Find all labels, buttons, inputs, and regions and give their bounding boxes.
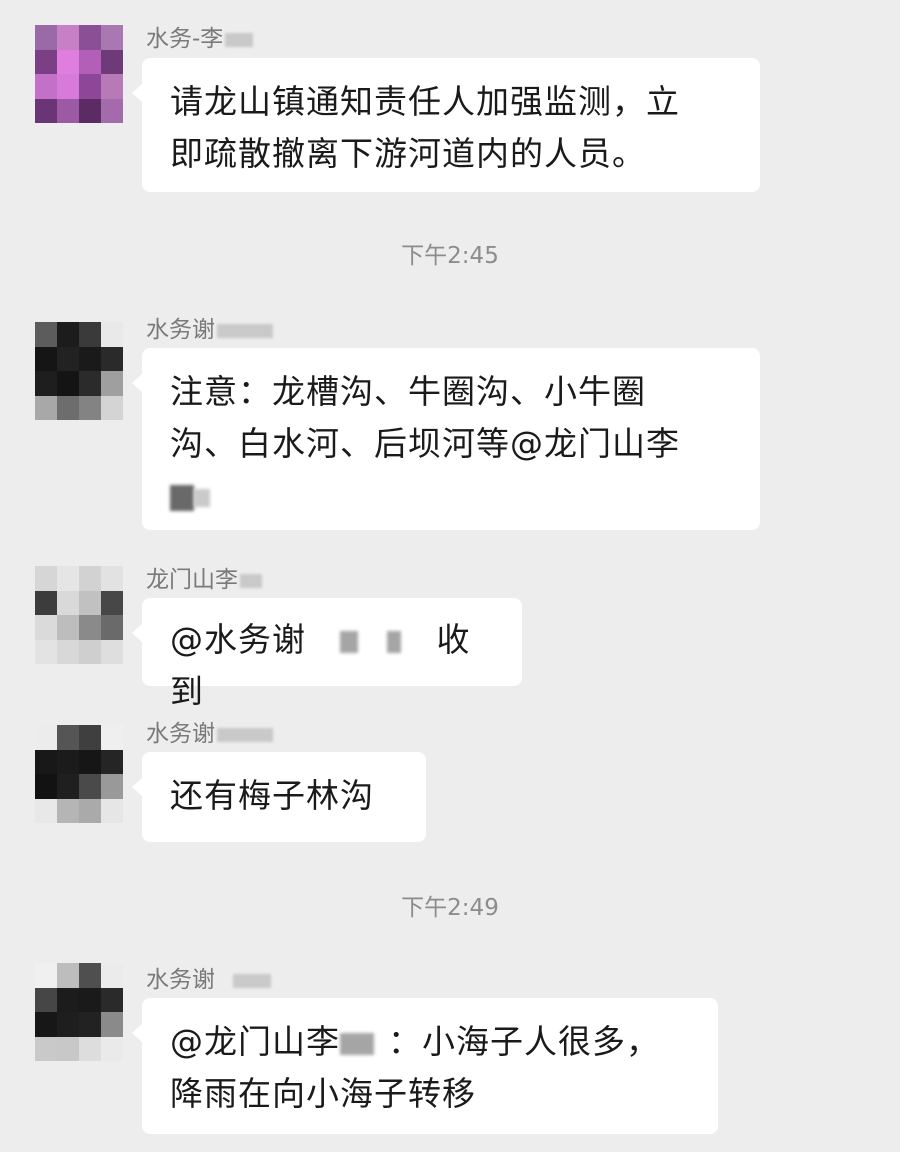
sender-name: 水务-李 (146, 25, 254, 53)
sender-name: 水务谢 (146, 720, 273, 748)
message-bubble[interactable]: @龙门山李 ：小海子人很多， 降雨在向小海子转移 (132, 998, 718, 1134)
message-text: 还有梅子林沟 (170, 776, 374, 815)
mention-text: @水务谢 (170, 620, 306, 659)
redacted-text (170, 470, 734, 514)
message-text-line: 即疏散撤离下游河道内的人员。 (170, 134, 646, 173)
message-text-line: 沟、白水河、后坝河等@龙门山李 (170, 424, 680, 463)
avatar[interactable] (35, 963, 123, 1061)
message-bubble[interactable]: 请龙山镇通知责任人加强监测，立 即疏散撤离下游河道内的人员。 (132, 58, 760, 192)
avatar[interactable] (35, 322, 123, 420)
avatar[interactable] (35, 725, 123, 823)
timestamp: 下午2:49 (401, 895, 499, 921)
message-text-line: 请龙山镇通知责任人加强监测，立 (170, 82, 680, 121)
message-bubble[interactable]: 还有梅子林沟 (132, 752, 426, 842)
avatar[interactable] (35, 566, 123, 664)
mention-text: @龙门山李 (170, 1022, 340, 1061)
message-text-line: 降雨在向小海子转移 (170, 1074, 476, 1113)
chat-area: 水务-李 请龙山镇通知责任人加强监测，立 即疏散撤离下游河道内的人员。 下午2:… (0, 0, 900, 1152)
message-text-line: 注意：龙槽沟、牛圈沟、小牛圈 (170, 372, 646, 411)
message-bubble[interactable]: @水务谢 收到 (132, 598, 522, 711)
sender-name: 龙门山李 (146, 566, 262, 594)
avatar[interactable] (35, 25, 123, 123)
timestamp: 下午2:45 (401, 243, 499, 269)
sender-name: 水务谢 (146, 316, 273, 344)
message-bubble[interactable]: 注意：龙槽沟、牛圈沟、小牛圈 沟、白水河、后坝河等@龙门山李 (132, 348, 760, 530)
sender-name: 水务谢 (146, 966, 271, 994)
message-text-line: @龙门山李 ：小海子人很多， (170, 1022, 660, 1061)
